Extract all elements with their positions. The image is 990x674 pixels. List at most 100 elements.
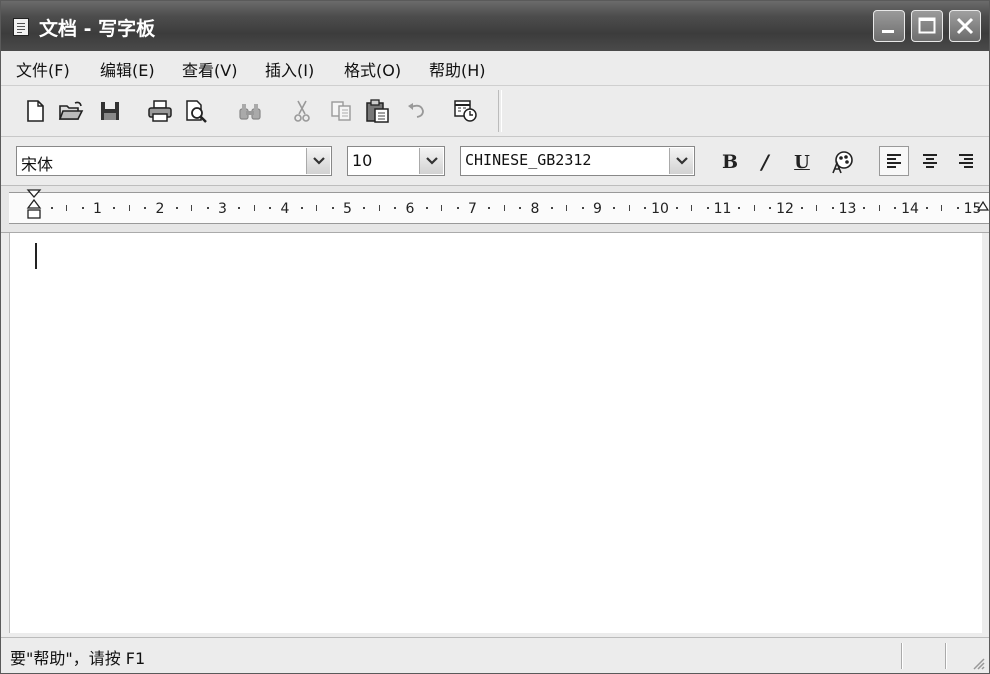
font-name-value: 宋体: [21, 155, 54, 174]
font-name-combo[interactable]: 宋体: [16, 146, 332, 176]
ruler-dot: [50, 207, 53, 209]
maximize-button[interactable]: [911, 10, 943, 42]
ruler-tick: [628, 205, 630, 211]
find-icon: [239, 104, 261, 120]
underline-button[interactable]: U: [789, 149, 815, 175]
insert-date-time-icon: [454, 100, 477, 122]
ruler-label: 10: [651, 201, 669, 217]
chevron-down-icon: [426, 157, 438, 165]
align-right-icon: [959, 154, 973, 168]
align-left-icon: [887, 154, 901, 168]
menu-help[interactable]: 帮助(H): [429, 57, 486, 81]
ruler-tick: [566, 205, 568, 211]
menu-view[interactable]: 查看(V): [182, 57, 237, 81]
align-left-button[interactable]: [879, 146, 909, 176]
ruler-label: 6: [405, 201, 415, 217]
undo-icon: [408, 103, 424, 118]
ruler-dot: [144, 207, 147, 209]
ruler-tick: [753, 205, 755, 211]
document-area[interactable]: [9, 233, 982, 633]
status-pane-divider: [945, 643, 947, 669]
ruler-label: 11: [713, 201, 732, 217]
minimize-button[interactable]: [873, 10, 905, 42]
indent-marker-icon[interactable]: [25, 186, 45, 232]
ruler-dot: [925, 207, 928, 209]
new-document-button[interactable]: [22, 98, 48, 124]
save-icon: [101, 102, 119, 120]
toolbar-separator: [498, 90, 502, 132]
ruler-dot: [175, 207, 178, 209]
find-button[interactable]: [237, 98, 263, 124]
ruler-tick: [941, 205, 943, 211]
ruler-dot: [269, 207, 272, 209]
ruler-dot: [550, 207, 553, 209]
script-dropdown-button[interactable]: [669, 148, 693, 174]
font-name-dropdown-button[interactable]: [306, 148, 330, 174]
ruler-dot: [831, 207, 834, 209]
ruler-dot: [706, 207, 709, 209]
chevron-down-icon: [313, 157, 325, 165]
undo-button[interactable]: [404, 98, 430, 124]
maximize-icon: [918, 17, 936, 34]
ruler-dot: [425, 207, 428, 209]
insert-date-time-button[interactable]: [453, 98, 479, 124]
color-button[interactable]: [829, 149, 855, 175]
ruler-label: 5: [343, 201, 352, 217]
menu-format[interactable]: 格式(O): [344, 57, 401, 81]
ruler-dot: [738, 207, 741, 209]
ruler-dot: [894, 207, 897, 209]
align-right-button[interactable]: [951, 146, 981, 176]
ruler-tick: [441, 205, 443, 211]
ruler-dot: [800, 207, 803, 209]
ruler-dot: [956, 207, 959, 209]
cut-icon: [294, 100, 310, 122]
ruler-label: 1: [93, 201, 102, 217]
menu-edit[interactable]: 编辑(E): [100, 57, 155, 81]
resize-grip-icon[interactable]: [970, 655, 986, 671]
close-button[interactable]: [949, 10, 981, 42]
ruler-dot: [363, 207, 366, 209]
ruler-label: 13: [838, 201, 857, 217]
ruler-tick: [316, 205, 318, 211]
open-button[interactable]: [58, 98, 84, 124]
save-button[interactable]: [97, 98, 123, 124]
format-toolbar: 宋体 10 CHINESE_GB2312 B / U: [1, 137, 989, 186]
ruler-dot: [675, 207, 678, 209]
ruler-dot: [519, 207, 522, 209]
copy-button[interactable]: [329, 98, 355, 124]
print-button[interactable]: [147, 98, 173, 124]
ruler[interactable]: 1 2 3 4 5 6 7 8 9 10 11 12 13 14 15: [1, 186, 989, 233]
wordpad-app-icon[interactable]: [13, 18, 29, 36]
title-bar[interactable]: 文档 - 写字板: [1, 1, 989, 51]
right-indent-marker-icon[interactable]: [977, 200, 989, 214]
ruler-label: 12: [776, 201, 794, 217]
print-preview-icon: [186, 100, 207, 123]
ruler-dot: [394, 207, 397, 209]
paste-button[interactable]: [365, 98, 391, 124]
paste-icon: [366, 99, 389, 123]
ruler-dot: [456, 207, 459, 209]
menu-insert[interactable]: 插入(I): [265, 57, 314, 81]
ruler-tick: [378, 205, 380, 211]
print-preview-button[interactable]: [184, 98, 210, 124]
open-folder-icon: [58, 101, 84, 120]
menu-file[interactable]: 文件(F): [16, 57, 70, 81]
script-combo[interactable]: CHINESE_GB2312: [460, 146, 695, 176]
align-center-button[interactable]: [915, 146, 945, 176]
ruler-tick: [503, 205, 505, 211]
font-size-dropdown-button[interactable]: [419, 148, 443, 174]
status-pane-divider: [901, 643, 903, 669]
cut-button[interactable]: [289, 98, 315, 124]
script-value: CHINESE_GB2312: [465, 151, 592, 169]
italic-button[interactable]: /: [752, 149, 778, 175]
ruler-dot: [581, 207, 584, 209]
font-size-combo[interactable]: 10: [347, 146, 445, 176]
ruler-tick: [816, 205, 818, 211]
standard-toolbar: [1, 86, 989, 137]
ruler-scale: 1 2 3 4 5 6 7 8 9 10 11 12 13 14 15: [9, 192, 989, 224]
ruler-label: 7: [468, 201, 477, 217]
ruler-tick: [128, 205, 130, 211]
ruler-label: 8: [530, 201, 540, 217]
wordpad-window: 文档 - 写字板 文件(F) 编辑(E) 查看(V) 插入(I) 格式(O) 帮…: [0, 0, 990, 674]
bold-button[interactable]: B: [717, 149, 743, 175]
